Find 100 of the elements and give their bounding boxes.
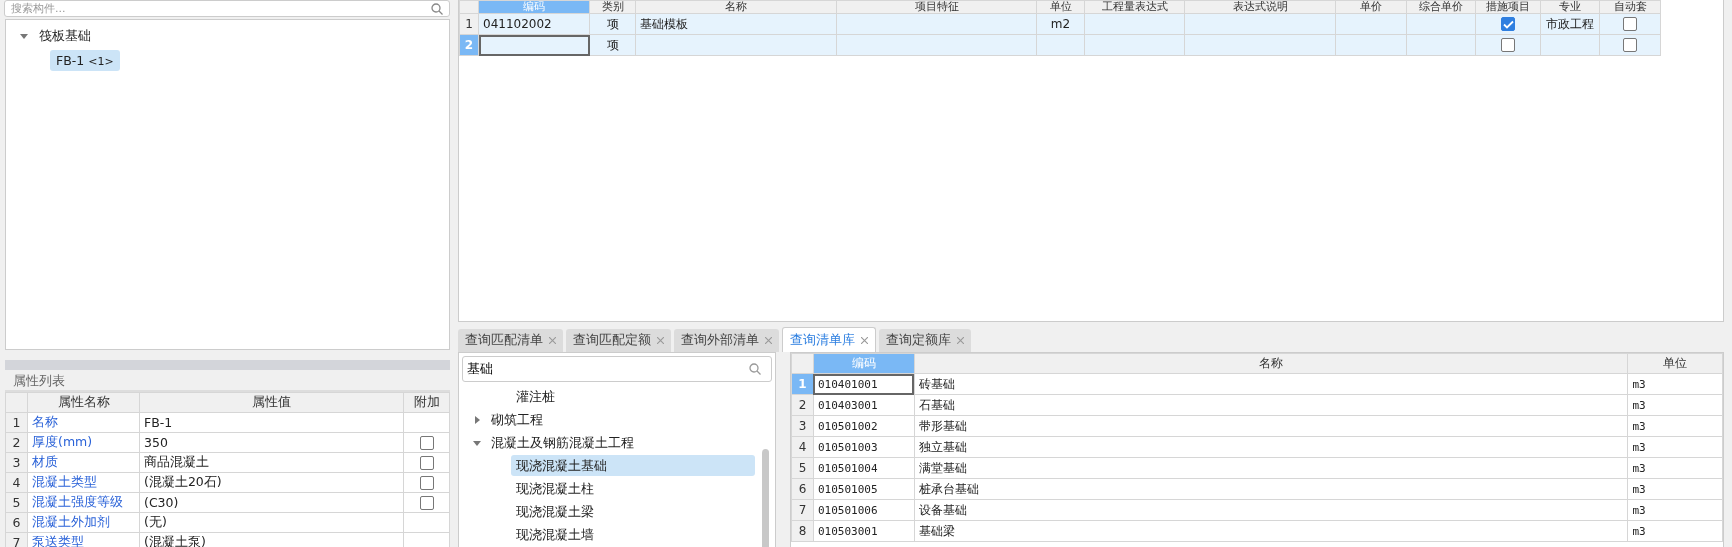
table-cell: 010501004 <box>813 457 915 479</box>
row-number: 7 <box>791 499 814 521</box>
tree-item[interactable]: 砌筑工程 <box>486 409 755 430</box>
caret-down-icon[interactable] <box>473 438 481 447</box>
row-number: 2 <box>791 394 814 416</box>
table-cell: 石基础 <box>914 394 1628 416</box>
table-cell: (C30) <box>139 492 404 513</box>
close-icon <box>861 336 868 344</box>
checkbox[interactable] <box>419 456 434 471</box>
table-cell: m3 <box>1627 415 1723 437</box>
tree-item[interactable]: FB-1 <1> <box>50 49 120 71</box>
checkbox[interactable] <box>1623 38 1637 53</box>
row-number: 8 <box>791 520 814 542</box>
tree-item[interactable]: 现浇混凝土柱 <box>511 478 755 499</box>
tab[interactable]: 查询外部清单 <box>674 329 779 352</box>
panel-title: 属性列表 <box>5 370 450 392</box>
tree-item[interactable]: 现浇混凝土基础 <box>511 455 755 476</box>
table-cell: 带形基础 <box>914 415 1628 437</box>
column-header: 表达式说明 <box>1184 0 1336 14</box>
column-header: 属性名称 <box>27 392 140 413</box>
row-number: 3 <box>5 452 28 473</box>
table-cell: 350 <box>139 432 404 453</box>
table-cell: 010401001 <box>813 373 915 395</box>
close-icon <box>765 337 772 344</box>
checkbox[interactable] <box>419 476 434 491</box>
table-cell: 桩承台基础 <box>914 478 1628 500</box>
row-number: 4 <box>5 472 28 493</box>
check-icon <box>1502 19 1514 29</box>
table-cell: FB-1 <box>139 412 404 433</box>
tab[interactable]: 查询定额库 <box>879 329 971 352</box>
table-cell: (无) <box>139 512 404 533</box>
column-header: 单位 <box>1627 353 1723 374</box>
table-cell: 名称 <box>27 412 140 433</box>
column-header: 附加 <box>403 392 450 413</box>
table-cell: 混凝土强度等级 <box>27 492 140 513</box>
checkbox[interactable] <box>419 436 434 451</box>
search-field[interactable]: 基础 <box>462 356 772 382</box>
tree-item[interactable]: 现浇混凝土梁 <box>511 501 755 522</box>
column-header: 编码 <box>813 353 915 374</box>
table-cell: 砖基础 <box>914 373 1628 395</box>
column-header: 类别 <box>589 0 636 14</box>
row-number: 6 <box>791 478 814 500</box>
row-number: 4 <box>791 436 814 458</box>
close-icon <box>549 337 556 344</box>
table-cell: 独立基础 <box>914 436 1628 458</box>
column-header: 专业 <box>1540 0 1600 14</box>
row-number: 1 <box>791 373 814 395</box>
table-cell: 混凝土类型 <box>27 472 140 493</box>
table-cell: 满堂基础 <box>914 457 1628 479</box>
caret-right-icon[interactable] <box>473 415 481 424</box>
checkbox[interactable] <box>419 496 434 511</box>
row-number: 5 <box>5 492 28 513</box>
column-header: 自动套 <box>1599 0 1661 14</box>
column-header: 单价 <box>1335 0 1407 14</box>
row-number: 5 <box>791 457 814 479</box>
table-cell: m3 <box>1627 520 1723 542</box>
column-header: 项目特征 <box>836 0 1037 14</box>
tab[interactable]: 查询匹配清单 <box>458 329 563 352</box>
column-header: 综合单价 <box>1406 0 1476 14</box>
row-number: 3 <box>791 415 814 437</box>
column-header: 名称 <box>914 353 1628 374</box>
scrollbar[interactable] <box>762 449 769 547</box>
table-cell: 010501005 <box>813 478 915 500</box>
table-cell: 010503001 <box>813 520 915 542</box>
table-cell: 010501006 <box>813 499 915 521</box>
table-cell: m3 <box>1627 499 1723 521</box>
table-cell: 材质 <box>27 452 140 473</box>
table-cell: m3 <box>1627 457 1723 479</box>
column-header: 名称 <box>635 0 837 14</box>
table-cell: 设备基础 <box>914 499 1628 521</box>
tab[interactable]: 查询匹配定额 <box>566 329 671 352</box>
column-header: 属性值 <box>139 392 404 413</box>
row-number: 1 <box>459 13 479 35</box>
row-number: 2 <box>5 432 28 453</box>
checkbox[interactable] <box>1623 17 1637 32</box>
column-header: 工程量表达式 <box>1084 0 1185 14</box>
tree-item[interactable]: 混凝土及钢筋混凝土工程 <box>486 432 639 453</box>
table-cell: 010501003 <box>813 436 915 458</box>
row-number: 6 <box>5 512 28 533</box>
close-icon <box>657 337 664 344</box>
table-cell: m3 <box>1627 478 1723 500</box>
search-icon <box>431 2 443 15</box>
search-icon <box>749 363 761 375</box>
checkbox[interactable] <box>1501 38 1515 53</box>
tree-item[interactable]: 灌注桩 <box>511 386 755 407</box>
table-cell: 商品混凝土 <box>139 452 404 473</box>
close-icon <box>957 337 964 344</box>
column-header: 单位 <box>1036 0 1085 14</box>
search-field[interactable]: 搜索构件... <box>4 0 450 17</box>
row-number: 1 <box>5 412 28 433</box>
tab[interactable]: 查询清单库 <box>782 327 876 352</box>
column-header: 措施项目 <box>1475 0 1541 14</box>
tree-item[interactable]: 现浇混凝土墙 <box>511 524 755 545</box>
table-cell: 010403001 <box>813 394 915 416</box>
column-header: 编码 <box>478 0 590 14</box>
table-cell: 混凝土外加剂 <box>27 512 140 533</box>
caret-down-icon[interactable] <box>20 32 28 40</box>
search-input[interactable]: 搜索构件... <box>11 2 431 15</box>
tree-item[interactable]: 筏板基础 <box>33 24 97 48</box>
checkbox[interactable] <box>1501 17 1515 32</box>
